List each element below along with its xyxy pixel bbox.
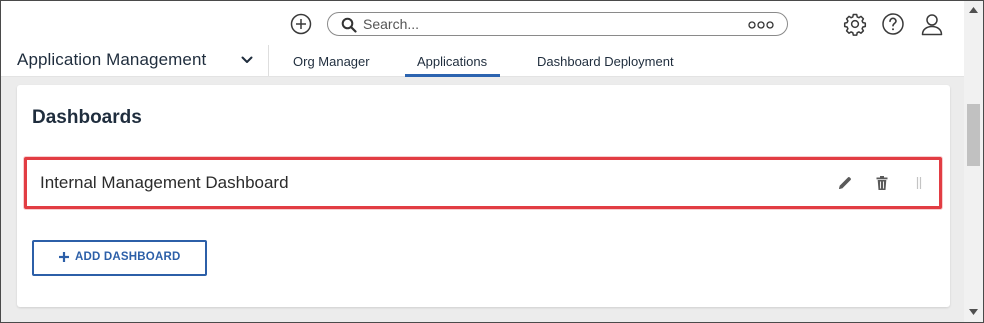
dashboard-name: Internal Management Dashboard xyxy=(40,173,289,192)
tab-dashboard-deployment[interactable]: Dashboard Deployment xyxy=(537,54,674,69)
scroll-up-arrow-icon[interactable] xyxy=(969,7,978,13)
pencil-icon[interactable] xyxy=(837,175,853,191)
top-bar xyxy=(1,1,964,45)
main-content: Dashboards Internal Management Dashboard xyxy=(1,77,964,322)
chevron-down-icon[interactable] xyxy=(241,56,253,64)
search-bar[interactable] xyxy=(327,12,788,36)
plus-circle-icon[interactable] xyxy=(290,13,312,35)
trash-icon[interactable] xyxy=(874,175,890,191)
search-input[interactable] xyxy=(363,15,743,33)
drag-handle-icon[interactable] xyxy=(911,175,927,191)
tab-org-manager[interactable]: Org Manager xyxy=(293,54,370,69)
section-title: Dashboards xyxy=(32,107,142,128)
app-switcher-label[interactable]: Application Management xyxy=(17,50,206,70)
dashboard-row[interactable]: Internal Management Dashboard xyxy=(24,157,942,209)
user-icon[interactable] xyxy=(920,12,944,36)
plus-icon xyxy=(59,252,69,262)
nav-divider xyxy=(268,45,269,76)
vertical-scrollbar[interactable] xyxy=(964,1,983,322)
add-dashboard-button[interactable]: ADD DASHBOARD xyxy=(32,240,207,276)
scrollbar-thumb[interactable] xyxy=(967,104,980,166)
tab-applications[interactable]: Applications xyxy=(417,54,487,69)
add-dashboard-label: ADD DASHBOARD xyxy=(75,251,181,263)
dashboards-card: Dashboards Internal Management Dashboard xyxy=(17,85,950,307)
help-icon[interactable] xyxy=(881,12,905,36)
app-navigation: Application Management Org Manager Appli… xyxy=(1,45,964,77)
scroll-down-arrow-icon[interactable] xyxy=(969,309,978,315)
more-icon[interactable] xyxy=(748,21,774,29)
search-icon xyxy=(341,17,357,33)
gear-icon[interactable] xyxy=(843,12,867,36)
